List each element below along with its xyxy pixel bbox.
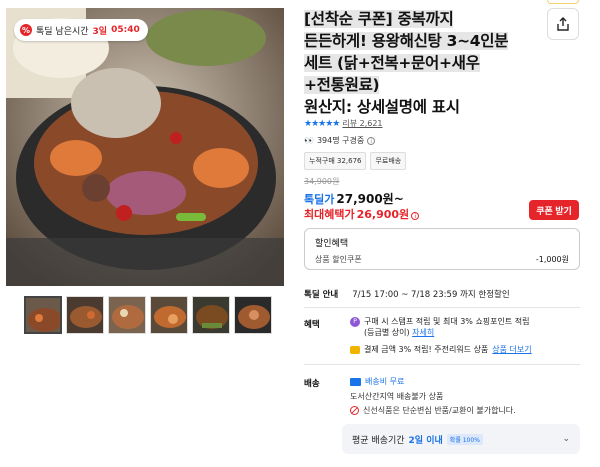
benefit-label: 혜택 [304, 320, 320, 330]
thumbnail-4[interactable] [150, 296, 188, 334]
review-count-link[interactable]: 리뷰 2,621 [342, 118, 382, 129]
benefit-reward: 결제 금액 3% 적립! 주전리워드 상품 상품 더보기 [350, 344, 532, 355]
island-shipping-text: 도서산간지역 배송불가 상품 [350, 392, 444, 401]
point-coin-icon: P [350, 317, 360, 327]
prohibited-icon [350, 406, 359, 415]
divider [304, 307, 580, 308]
divider [304, 364, 580, 365]
discount-title: 할인혜택 [315, 239, 349, 249]
share-highlight [547, 0, 579, 4]
deal-price-label: 톡딜가 [304, 193, 335, 206]
product-title: [선착순 쿠폰] 중복까지 든든하게! 용왕해신탕 3~4인분 세트 (닭+전복… [304, 8, 536, 118]
max-benefit-row: 최대혜택가 26,900원 i [304, 206, 420, 222]
percent-icon: % [20, 24, 32, 36]
max-benefit-info-icon[interactable]: i [411, 212, 420, 220]
benefit-reward-text: 결제 금액 3% 적립! 주전리워드 상품 [364, 345, 489, 354]
shipping-label: 배송 [304, 379, 320, 389]
deal-info-row: 톡딜 안내 7/15 17:00 ~ 7/18 23:59 까지 한정할인 [304, 288, 510, 300]
title-line-3: 세트 (닭+전복+문어+새우 [304, 54, 480, 72]
deal-timer-time: 05:40 [111, 25, 140, 35]
deal-info-text: 7/15 17:00 ~ 7/18 23:59 까지 한정할인 [352, 290, 510, 300]
fresh-notice-text: 신선식품은 단순변심 반품/교환이 불가합니다. [363, 406, 516, 415]
title-line-1: [선착순 쿠폰] 중복까지 [304, 10, 454, 28]
max-benefit-price: 26,900원 [356, 208, 410, 221]
thumbnail-1[interactable] [24, 296, 62, 334]
title-line-2: 든든하게! 용왕해신탕 3~4인분 [304, 32, 509, 50]
delivery-probability-pill: 확률 100% [446, 433, 483, 445]
share-icon [557, 17, 569, 31]
viewer-row: 👀 394명 구경중 i [304, 135, 376, 146]
title-line-4: +전통원료) [304, 76, 380, 94]
share-button[interactable] [547, 8, 579, 40]
average-delivery-label: 평균 배송기간 [352, 435, 405, 446]
benefit-stamp: P 구매 시 스탬프 적립 및 최대 3% 쇼핑포인트 적립 (등급별 상이) … [350, 316, 580, 338]
rating-row: ★★★★★ 리뷰 2,621 [304, 118, 383, 129]
star-rating-icon: ★★★★★ [304, 118, 340, 129]
product-main-image[interactable]: % 톡딜 남은시간 3일 05:40 [6, 8, 284, 286]
chevron-down-icon[interactable]: ⌄ [562, 434, 570, 444]
fresh-notice-row: 신선식품은 단순변심 반품/교환이 불가합니다. [350, 405, 516, 416]
free-shipping-text: 배송비 무료 [365, 377, 405, 386]
truck-icon [350, 377, 361, 386]
thumbnail-5[interactable] [192, 296, 230, 334]
get-coupon-button[interactable]: 쿠폰 받기 [529, 200, 579, 220]
benefit-detail-link[interactable]: 자세히 [412, 328, 434, 337]
free-shipping-row: 배송비 무료 [350, 376, 404, 387]
deal-timer-label: 톡딜 남은시간 [36, 26, 89, 37]
benefit-stamp-sub: (등급별 상이) [364, 328, 410, 337]
product-photo-illustration [6, 8, 284, 286]
badge-row: 누적구매 32,676 무료배송 [304, 152, 407, 170]
thumbnail-3[interactable] [108, 296, 146, 334]
deal-price: 27,900원~ [336, 192, 404, 206]
average-delivery-value: 2일 이내 [408, 435, 443, 446]
eyes-icon: 👀 [304, 136, 314, 145]
thumbnail-6[interactable] [234, 296, 272, 334]
discount-box: 할인혜택 상품 할인쿠폰 -1,000원 [304, 228, 580, 270]
deal-timer-days: 3일 [92, 26, 108, 37]
discount-name: 상품 할인쿠폰 [315, 255, 362, 264]
max-benefit-label: 최대혜택가 [304, 208, 355, 221]
info-icon[interactable]: i [367, 136, 376, 145]
card-icon [350, 345, 360, 354]
badge-purchase-count: 누적구매 32,676 [304, 152, 367, 170]
original-price: 34,900원 [304, 177, 340, 186]
badge-free-shipping: 무료배송 [370, 152, 407, 170]
title-line-5: 원산지: 상세설명에 표시 [304, 98, 460, 116]
viewer-count: 394명 구경중 [316, 136, 365, 145]
deal-info-label: 톡딜 안내 [304, 290, 339, 300]
more-products-link[interactable]: 상품 더보기 [492, 344, 531, 355]
deal-timer-chip: % 톡딜 남은시간 3일 05:40 [14, 19, 148, 41]
thumbnail-2[interactable] [66, 296, 104, 334]
thumbnail-strip [24, 296, 272, 334]
benefit-stamp-text: 구매 시 스탬프 적립 및 최대 3% 쇼핑포인트 적립 [364, 317, 530, 326]
deal-price-row: 톡딜가 27,900원~ [304, 190, 404, 207]
discount-amount: -1,000원 [535, 255, 569, 264]
average-delivery-box[interactable]: 평균 배송기간 2일 이내 확률 100% ⌄ [342, 424, 580, 454]
